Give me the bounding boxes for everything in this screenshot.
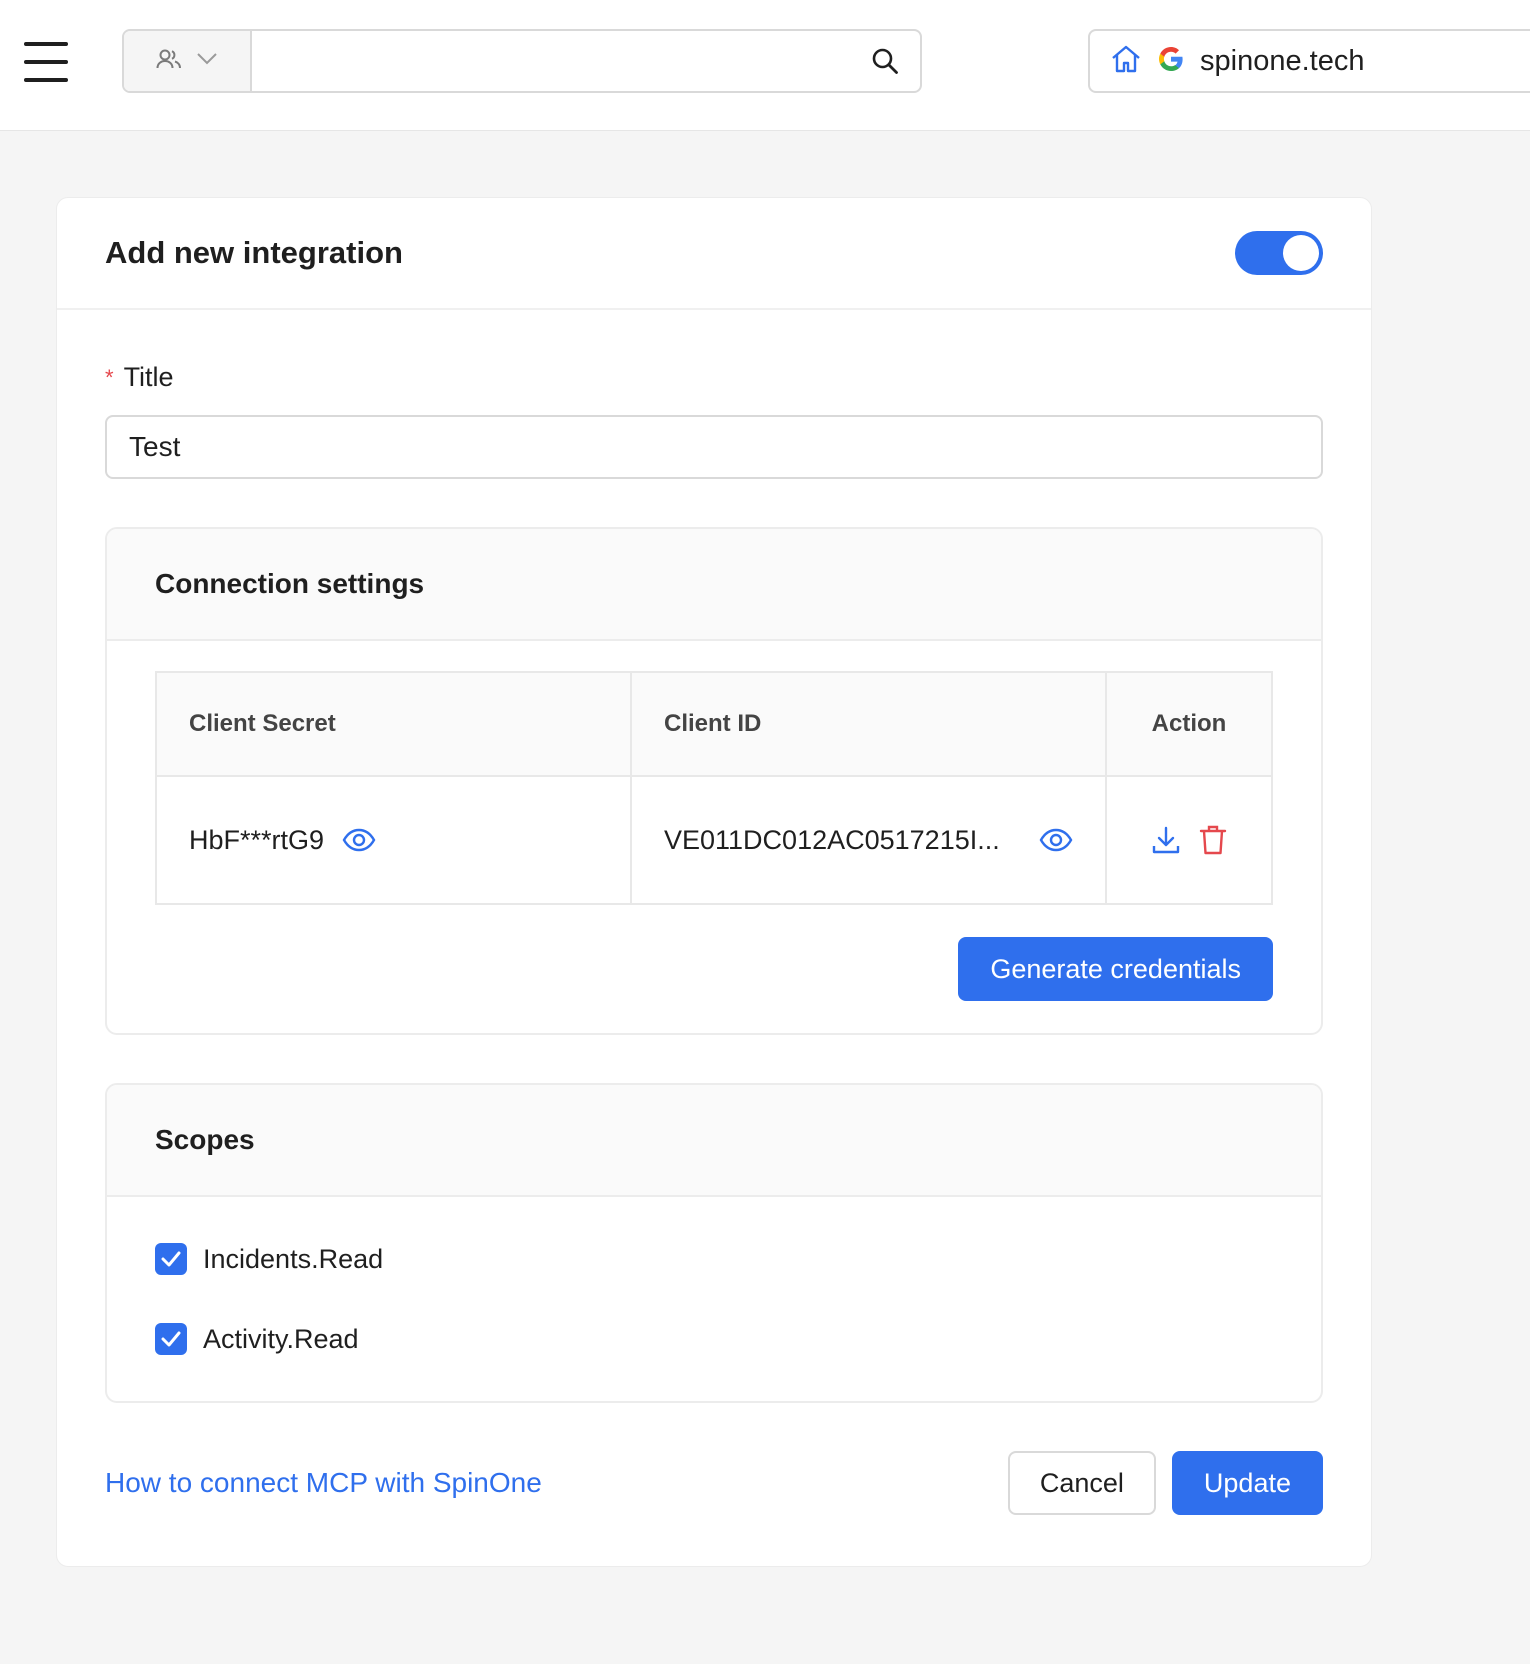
search-input[interactable] [252,31,850,91]
help-link[interactable]: How to connect MCP with SpinOne [105,1467,542,1499]
title-label-text: Title [123,362,174,392]
integration-enabled-toggle[interactable] [1235,231,1323,275]
client-secret-value: HbF***rtG9 [189,824,325,855]
connection-settings-title: Connection settings [155,568,425,599]
top-bar: spinone.tech [0,0,1530,131]
user-scope-select[interactable] [124,31,252,91]
trash-icon[interactable] [1199,824,1227,856]
scope-label: Incidents.Read [203,1243,384,1274]
download-icon[interactable] [1151,825,1181,855]
chevron-down-icon [196,52,218,71]
dialog-title: Add new integration [105,235,403,270]
credentials-table: Client Secret Client ID Action HbF***rtG… [155,671,1273,905]
table-row: HbF***rtG9 VE011DC012AC0517215I... [156,776,1272,904]
eye-icon[interactable] [342,828,376,852]
generate-credentials-button[interactable]: Generate credentials [958,937,1273,1001]
integration-dialog: Add new integration * Title Connection s… [56,197,1372,1567]
home-icon[interactable] [1110,44,1142,79]
connection-settings-body: Client Secret Client ID Action HbF***rtG… [107,641,1321,1033]
search-group [122,29,922,93]
connection-settings-section: Connection settings Client Secret Client… [105,527,1323,1035]
column-header-client-id: Client ID [631,672,1107,777]
scope-item-activity-read[interactable]: Activity.Read [155,1299,1273,1379]
domain-name: spinone.tech [1200,44,1365,77]
client-secret-cell: HbF***rtG9 [156,776,632,904]
menu-icon[interactable] [24,42,68,82]
update-button[interactable]: Update [1171,1451,1323,1515]
connection-settings-header: Connection settings [107,529,1321,641]
scope-label: Activity.Read [203,1323,359,1354]
dialog-body: * Title Connection settings Client Secre… [57,362,1371,1515]
generate-row: Generate credentials [155,937,1273,1001]
title-field-label: * Title [105,362,1323,393]
scopes-body: Incidents.Read Activity.Read [107,1197,1321,1401]
checkbox-incidents-read[interactable] [155,1243,187,1275]
scopes-title: Scopes [155,1124,255,1155]
check-icon [161,1331,181,1347]
toggle-knob [1283,235,1319,271]
footer-buttons: Cancel Update [1007,1451,1323,1515]
users-icon [156,48,182,75]
client-id-cell: VE011DC012AC0517215I... [631,776,1107,904]
column-header-action: Action [1106,672,1272,777]
eye-icon[interactable] [1039,828,1073,852]
scopes-section: Scopes Incidents.Read Activity.Read [105,1083,1323,1403]
checkbox-activity-read[interactable] [155,1323,187,1355]
required-marker: * [105,364,114,390]
scopes-header: Scopes [107,1085,1321,1197]
check-icon [161,1251,181,1267]
column-header-client-secret: Client Secret [156,672,632,777]
table-header-row: Client Secret Client ID Action [156,672,1272,777]
dialog-footer: How to connect MCP with SpinOne Cancel U… [105,1451,1323,1515]
dialog-header: Add new integration [57,198,1371,310]
action-cell [1106,776,1272,904]
client-id-value: VE011DC012AC0517215I... [664,824,1000,855]
scope-item-incidents-read[interactable]: Incidents.Read [155,1219,1273,1299]
cancel-button[interactable]: Cancel [1007,1451,1156,1515]
title-input[interactable] [105,415,1323,479]
domain-selector[interactable]: spinone.tech [1088,29,1530,93]
search-icon[interactable] [850,31,920,91]
google-icon [1156,44,1186,79]
